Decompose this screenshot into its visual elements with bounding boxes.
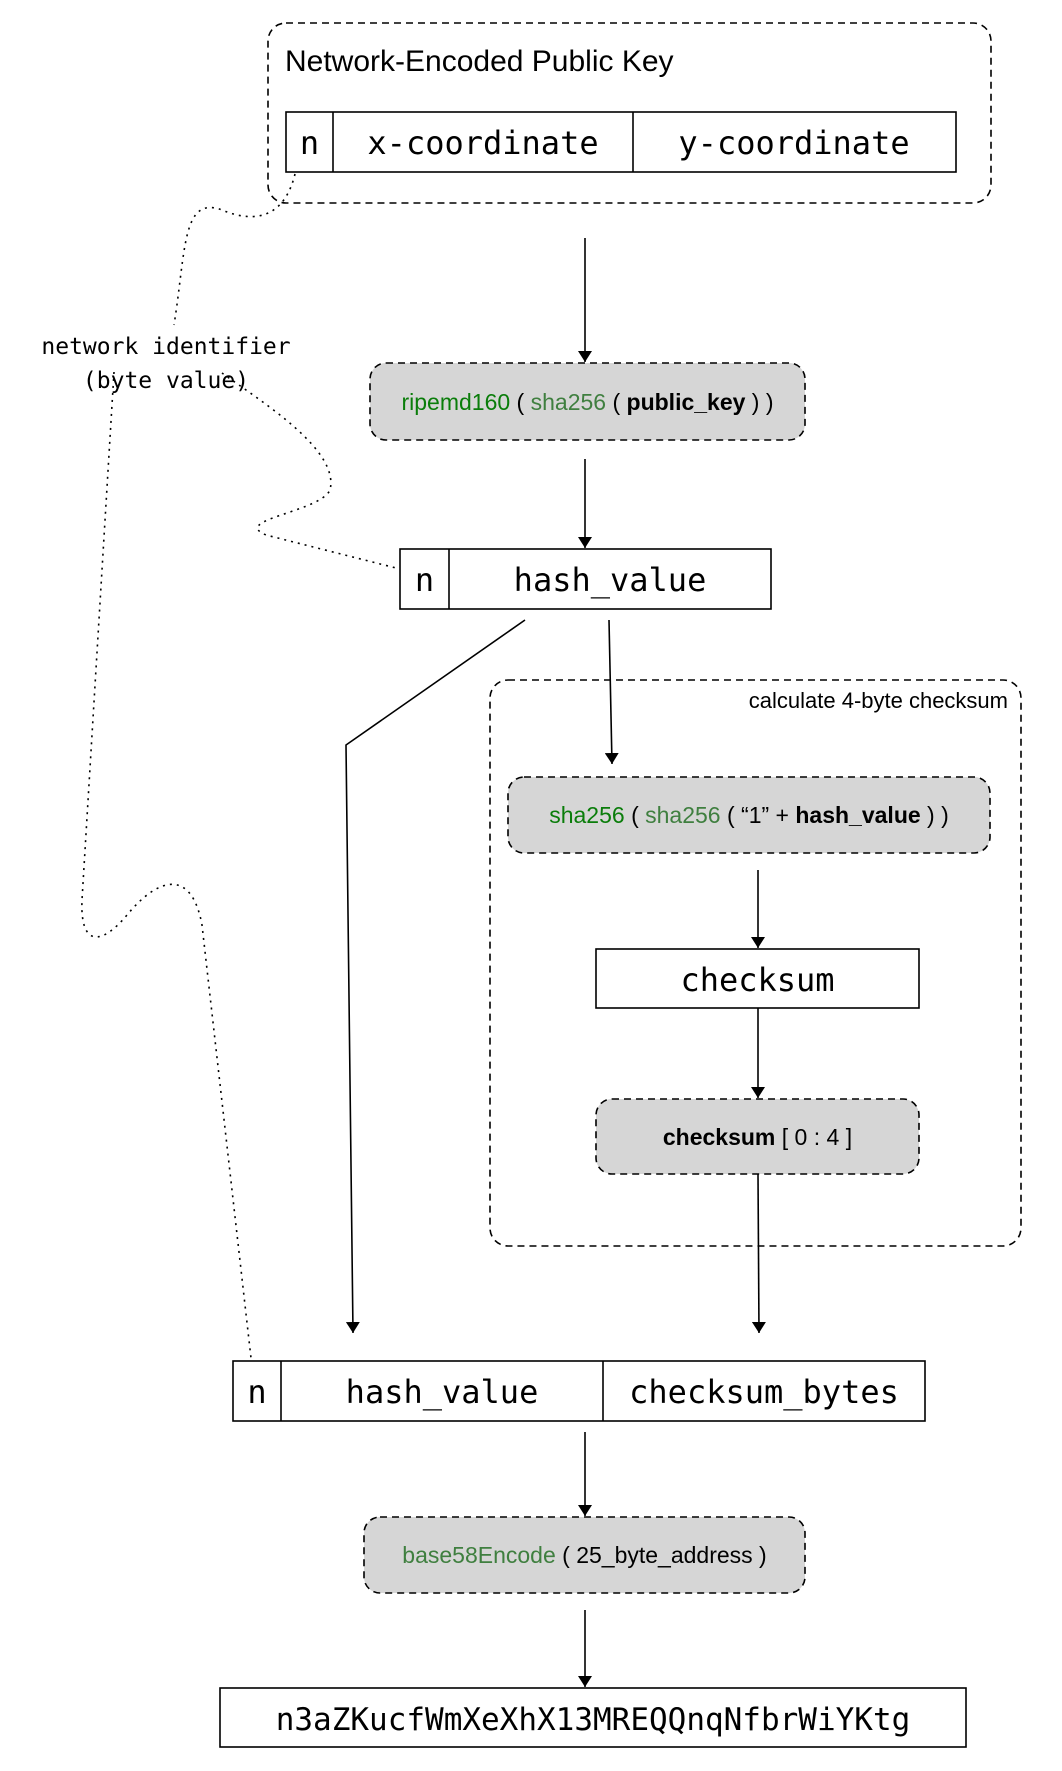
arrow-checksum-to-address	[751, 1173, 766, 1334]
public-key-group-title: Network-Encoded Public Key	[285, 45, 674, 78]
address-bytes-record: n hash_value checksum_bytes	[232, 1360, 926, 1422]
field-hash-value: hash_value	[346, 1373, 539, 1411]
field-n: n	[247, 1373, 266, 1411]
field-n: n	[415, 561, 434, 599]
address-result: n3aZKucfWmXeXhX13MREQQnqNfbrWiYKtg	[276, 1702, 911, 1738]
arrow-hash-to-address	[345, 619, 526, 1334]
leader-to-public-key-n	[173, 173, 296, 326]
field-y-coordinate: y-coordinate	[678, 124, 909, 162]
field-x-coordinate: x-coordinate	[367, 124, 598, 162]
slice-step-expression: checksum [ 0 : 4 ]	[663, 1124, 852, 1150]
arrow-hash-to-checksum	[604, 619, 619, 765]
field-n: n	[300, 124, 319, 162]
network-identifier-label: network identifier	[41, 334, 290, 360]
field-checksum-bytes: checksum_bytes	[629, 1373, 899, 1411]
address-derivation-diagram: Network-Encoded Public Key n x-coordinat…	[41, 22, 1022, 1748]
base58-step-expression: base58Encode ( 25_byte_address )	[402, 1542, 766, 1568]
ripemd-step-expression: ripemd160 ( sha256 ( public_key ) )	[401, 389, 773, 415]
public-key-record: n x-coordinate y-coordinate	[285, 111, 957, 173]
sha-step-expression: sha256 ( sha256 ( “1” + hash_value ) )	[549, 802, 949, 828]
network-identifier-sublabel: (byte value)	[83, 368, 249, 394]
field-hash-value: hash_value	[514, 561, 707, 599]
checksum-group-title: calculate 4-byte checksum	[749, 688, 1008, 713]
hash-record: n hash_value	[399, 548, 772, 610]
leader-to-address-n	[81, 371, 252, 1359]
checksum-label: checksum	[680, 961, 834, 999]
